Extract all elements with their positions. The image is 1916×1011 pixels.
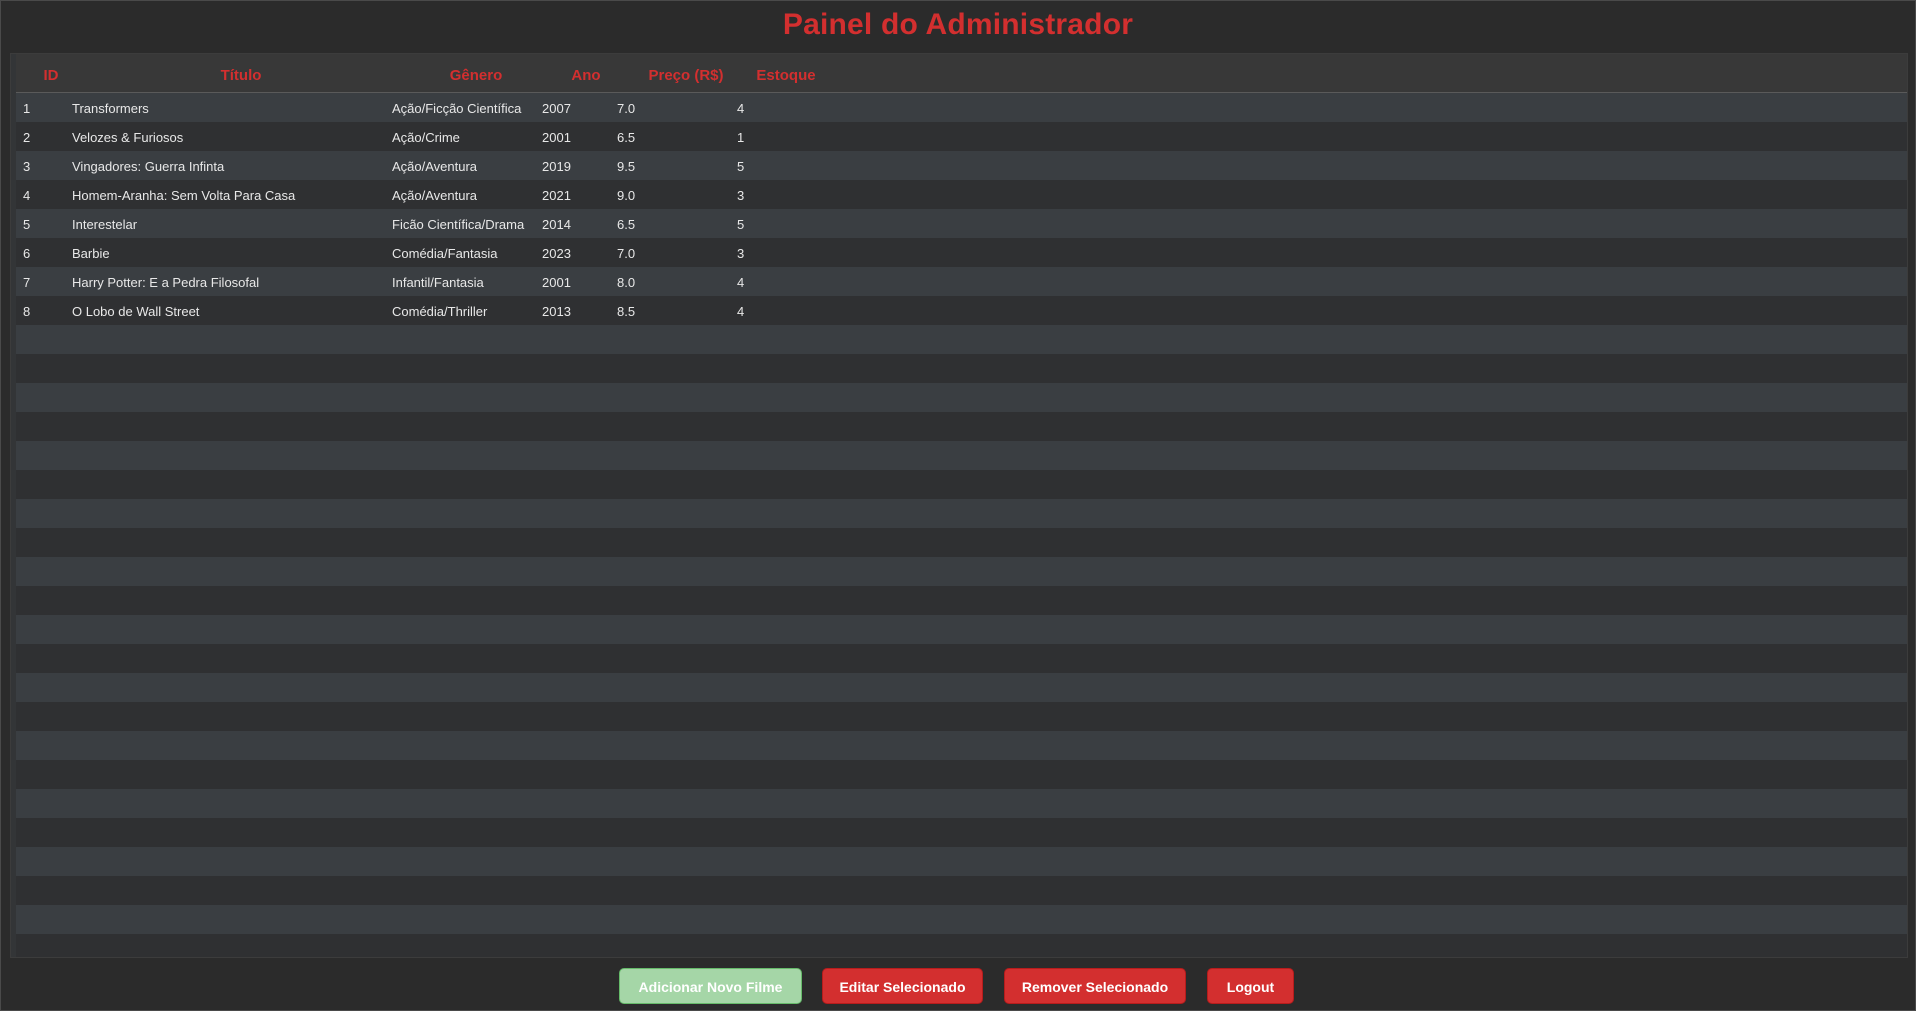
empty-table-row[interactable] bbox=[16, 731, 1907, 760]
cell-title: Velozes & Furiosos bbox=[72, 130, 184, 145]
empty-table-row[interactable] bbox=[16, 673, 1907, 702]
empty-table-row[interactable] bbox=[16, 557, 1907, 586]
cell-year: 2001 bbox=[542, 275, 571, 290]
empty-table-row[interactable] bbox=[16, 644, 1907, 673]
empty-table-row[interactable] bbox=[16, 499, 1907, 528]
add-movie-button[interactable]: Adicionar Novo Filme bbox=[619, 968, 802, 1004]
cell-stock: 4 bbox=[737, 101, 745, 116]
table-row[interactable]: 5 Interestelar Ficão Científica/Drama 2014 6… bbox=[16, 209, 1907, 238]
empty-table-row[interactable] bbox=[16, 905, 1907, 934]
cell-id: 2 bbox=[23, 130, 31, 145]
cell-genre: Ação/Aventura bbox=[392, 188, 478, 203]
movies-table[interactable]: ID Título Gênero Ano Preço (R$) Estoque … bbox=[10, 53, 1908, 958]
empty-table-row[interactable] bbox=[16, 528, 1907, 557]
empty-table-row[interactable] bbox=[16, 847, 1907, 876]
cell-year: 2021 bbox=[542, 188, 571, 203]
cell-genre: Comédia/Fantasia bbox=[392, 246, 498, 261]
empty-table-row[interactable] bbox=[16, 818, 1907, 847]
page-title: Painel do Administrador bbox=[782, 8, 1134, 41]
empty-table-row[interactable] bbox=[16, 789, 1907, 818]
empty-table-row[interactable] bbox=[16, 876, 1907, 905]
cell-id: 8 bbox=[23, 304, 31, 319]
cell-title: Interestelar bbox=[72, 217, 138, 232]
cell-title: Vingadores: Guerra Infinta bbox=[72, 159, 225, 174]
cell-price: 9.0 bbox=[617, 188, 636, 203]
empty-table-row[interactable] bbox=[16, 470, 1907, 499]
cell-id: 4 bbox=[23, 188, 31, 203]
edit-selected-button[interactable]: Editar Selecionado bbox=[822, 968, 983, 1004]
cell-year: 2013 bbox=[542, 304, 571, 319]
empty-table-row[interactable] bbox=[16, 702, 1907, 731]
cell-genre: Ação/Aventura bbox=[392, 159, 478, 174]
cell-year: 2001 bbox=[542, 130, 571, 145]
cell-id: 6 bbox=[23, 246, 31, 261]
cell-genre: Ação/Crime bbox=[392, 130, 460, 145]
cell-price: 7.0 bbox=[617, 101, 636, 116]
cell-title: O Lobo de Wall Street bbox=[72, 304, 200, 319]
cell-genre: Infantil/Fantasia bbox=[392, 275, 484, 290]
table-row[interactable]: 7 Harry Potter: E a Pedra Filosofal Infant… bbox=[16, 267, 1907, 296]
cell-stock: 1 bbox=[737, 130, 745, 145]
table-row[interactable]: 1 Transformers Ação/Ficção Científica 2007 7… bbox=[16, 93, 1907, 122]
cell-price: 6.5 bbox=[617, 130, 636, 145]
table-row[interactable]: 3 Vingadores: Guerra Infinta Ação/Aventura… bbox=[16, 151, 1907, 180]
cell-genre: Comédia/Thriller bbox=[392, 304, 488, 319]
table-body: 1 Transformers Ação/Ficção Científica 2007 7… bbox=[16, 93, 1907, 957]
cell-price: 8.5 bbox=[617, 304, 636, 319]
cell-id: 7 bbox=[23, 275, 31, 290]
empty-table-row[interactable] bbox=[16, 412, 1907, 441]
cell-title: Barbie bbox=[72, 246, 110, 261]
remove-selected-button[interactable]: Remover Selecionado bbox=[1004, 968, 1186, 1004]
cell-title: Homem-Aranha: Sem Volta Para Casa bbox=[72, 188, 296, 203]
cell-stock: 4 bbox=[737, 275, 745, 290]
cell-stock: 3 bbox=[737, 188, 745, 203]
table-row[interactable]: 4 Homem-Aranha: Sem Volta Para Casa Ação/A… bbox=[16, 180, 1907, 209]
empty-table-row[interactable] bbox=[16, 760, 1907, 789]
cell-genre: Ação/Ficção Científica bbox=[392, 101, 522, 116]
cell-price: 8.0 bbox=[617, 275, 636, 290]
cell-price: 6.5 bbox=[617, 217, 636, 232]
cell-price: 9.5 bbox=[617, 159, 636, 174]
cell-year: 2007 bbox=[542, 101, 571, 116]
cell-price: 7.0 bbox=[617, 246, 636, 261]
empty-table-row[interactable] bbox=[16, 354, 1907, 383]
empty-table-row[interactable] bbox=[16, 615, 1907, 644]
table-row[interactable]: 2 Velozes & Furiosos Ação/Crime 2001 6.5 1 bbox=[16, 122, 1907, 151]
empty-table-row[interactable] bbox=[16, 441, 1907, 470]
cell-stock: 5 bbox=[737, 217, 745, 232]
column-header-year[interactable]: Ano bbox=[556, 67, 616, 84]
cell-stock: 4 bbox=[737, 304, 745, 319]
cell-id: 5 bbox=[23, 217, 31, 232]
cell-id: 3 bbox=[23, 159, 31, 174]
table-row[interactable]: 6 Barbie Comédia/Fantasia 2023 7.0 3 bbox=[16, 238, 1907, 267]
column-header-title[interactable]: Título bbox=[166, 67, 316, 84]
empty-table-row[interactable] bbox=[16, 383, 1907, 412]
empty-table-row[interactable] bbox=[16, 934, 1907, 957]
empty-table-row[interactable] bbox=[16, 586, 1907, 615]
table-row[interactable]: 8 O Lobo de Wall Street Comédia/Thriller 20… bbox=[16, 296, 1907, 325]
cell-title: Harry Potter: E a Pedra Filosofal bbox=[72, 275, 260, 290]
cell-stock: 5 bbox=[737, 159, 745, 174]
cell-genre: Ficão Científica/Drama bbox=[392, 217, 525, 232]
cell-title: Transformers bbox=[72, 101, 149, 116]
cell-id: 1 bbox=[23, 101, 31, 116]
cell-year: 2014 bbox=[542, 217, 571, 232]
column-header-id[interactable]: ID bbox=[36, 67, 66, 84]
admin-window: Painel do Administrador ID Título Gênero… bbox=[0, 0, 1916, 1011]
empty-table-row[interactable] bbox=[16, 325, 1907, 354]
cell-year: 2019 bbox=[542, 159, 571, 174]
table-header: ID Título Gênero Ano Preço (R$) Estoque bbox=[16, 54, 1907, 93]
logout-button[interactable]: Logout bbox=[1207, 968, 1294, 1004]
column-header-price[interactable]: Preço (R$) bbox=[626, 67, 746, 84]
column-header-stock[interactable]: Estoque bbox=[741, 67, 831, 84]
cell-year: 2023 bbox=[542, 246, 571, 261]
column-header-genre[interactable]: Gênero bbox=[411, 67, 541, 84]
cell-stock: 3 bbox=[737, 246, 745, 261]
action-bar: Adicionar Novo Filme Editar Selecionado … bbox=[1, 968, 1915, 1006]
